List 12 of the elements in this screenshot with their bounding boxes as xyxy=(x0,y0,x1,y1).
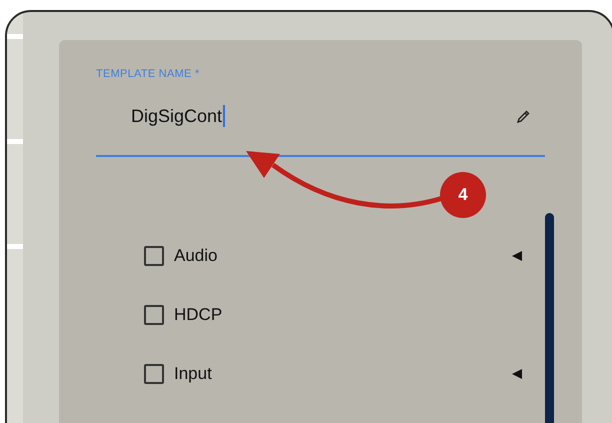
scrollbar[interactable] xyxy=(545,212,554,423)
checkbox[interactable] xyxy=(144,246,164,266)
option-label: Audio xyxy=(174,244,218,267)
option-label: HDCP xyxy=(174,304,222,326)
caret-icon[interactable] xyxy=(511,368,523,380)
caret-icon[interactable] xyxy=(511,250,523,262)
option-label: Input xyxy=(174,362,212,385)
field-value: DigSigCont xyxy=(131,104,226,126)
checkbox[interactable] xyxy=(144,304,164,324)
checkbox[interactable] xyxy=(144,364,164,384)
pencil-icon[interactable] xyxy=(515,108,531,124)
field-label: TEMPLATE NAME * xyxy=(96,67,201,82)
